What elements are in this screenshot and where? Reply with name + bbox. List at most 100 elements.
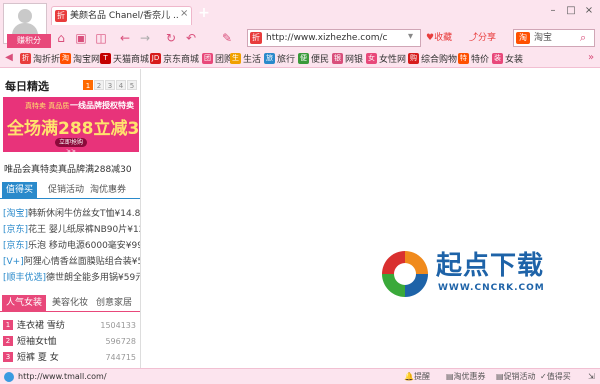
page-button[interactable]: 4 xyxy=(116,80,126,90)
banner-caption[interactable]: 唯品会真特卖真品牌满288减30 xyxy=(4,162,132,175)
tab-beauty[interactable]: 美容化妆 xyxy=(48,295,92,312)
bookmark-item[interactable]: 团团购 xyxy=(202,52,233,65)
forward-arrow-icon[interactable]: → xyxy=(137,30,153,46)
bookmark-item[interactable]: 折淘折折 xyxy=(20,52,60,65)
bookmarks-back-icon[interactable]: ◀ xyxy=(2,51,16,65)
address-bar[interactable]: 折 http://www.xizhezhe.com/c ▾ xyxy=(247,29,421,47)
page-button[interactable]: 1 xyxy=(83,80,93,90)
bookmark-item[interactable]: 生生活 xyxy=(230,52,261,65)
deal-item[interactable]: [京东]花王 婴儿纸尿裤NB90片¥122元 xyxy=(3,222,140,238)
home-icon[interactable]: ⌂ xyxy=(53,30,69,46)
favorite-button[interactable]: ♥收藏 xyxy=(426,30,452,46)
deal-source: [顺丰优选] xyxy=(3,273,47,283)
tab-coupons[interactable]: 淘优惠券 xyxy=(86,182,130,199)
maximize-button[interactable]: □ xyxy=(564,4,578,18)
bookmark-item[interactable]: T 天猫商城 xyxy=(100,52,149,65)
tab-close-icon[interactable]: × xyxy=(180,8,188,19)
address-url[interactable]: http://www.xizhezhe.com/c xyxy=(266,32,388,45)
tab-womens-wear[interactable]: 人气女装 xyxy=(2,295,47,312)
status-worth-buying-label: 值得买 xyxy=(546,372,571,381)
lock-icon[interactable]: ▣ xyxy=(73,30,89,46)
thumb-icon: ✓ xyxy=(540,372,547,381)
browser-chrome: 赚积分 折 美颜名品 Chanel/香奈儿 ... × + – □ × ⌂ ▣ … xyxy=(0,0,600,68)
status-coupons-label: 淘优惠券 xyxy=(453,372,486,381)
bookmark-label: 综合购物 xyxy=(421,55,458,65)
deal-item[interactable]: [V+]阿狸心情香丝面膜贴组合装¥59元 xyxy=(3,254,140,270)
bookmark-item[interactable]: 购综合购物 xyxy=(408,52,457,65)
bell-icon: 🔔 xyxy=(404,372,414,381)
rank-list: 1 连衣裙 雪纺 1504133 2 短袖女t恤 596728 3 短裤 夏 女 744715 xyxy=(3,318,138,366)
status-worth-buying[interactable]: ✓值得买 xyxy=(540,370,571,383)
status-reminder[interactable]: 🔔提醒 xyxy=(404,370,430,383)
back-arrow-icon[interactable]: ← xyxy=(117,30,133,46)
deal-text: 花王 婴儿纸尿裤NB90片¥122元 xyxy=(28,225,140,235)
share-button[interactable]: ⤴分享 xyxy=(469,30,496,46)
bookmark-icon: 女 xyxy=(366,53,377,64)
bookmark-item[interactable]: 淘淘宝网 xyxy=(60,52,100,65)
rank-number: 3 xyxy=(3,352,13,362)
tab-home-decor[interactable]: 创意家居 xyxy=(92,295,136,312)
pager: 12345 xyxy=(83,80,138,90)
deal-source: [V+] xyxy=(3,257,24,267)
tab-worth-buying[interactable]: 值得买 xyxy=(2,182,38,199)
search-icon[interactable]: ⌕ xyxy=(580,31,586,45)
bookmark-icon: 特 xyxy=(458,53,469,64)
deal-text: 阿狸心情香丝面膜贴组合装¥59元 xyxy=(23,257,140,267)
bookmarks-more-icon[interactable]: » xyxy=(584,51,598,65)
deal-text: 乐泡 移动电源6000毫安¥99元 xyxy=(28,241,140,251)
bookmark-item[interactable]: 银网银 xyxy=(332,52,363,65)
bookmark-item[interactable]: 装女装 xyxy=(492,52,523,65)
status-promotions[interactable]: ▤促销活动 xyxy=(496,370,536,383)
search-input[interactable]: 淘宝 xyxy=(534,32,552,45)
page-button[interactable]: 3 xyxy=(105,80,115,90)
deal-text: 韩新休闲牛仿丝女T恤¥14.8元 xyxy=(28,209,140,219)
undo-icon[interactable]: ↶ xyxy=(183,30,199,46)
banner-line3: 全场满288立减30 xyxy=(7,119,139,139)
minimize-button[interactable]: – xyxy=(546,4,560,18)
address-dropdown-icon[interactable]: ▾ xyxy=(408,31,413,42)
tab-promotions[interactable]: 促销活动 xyxy=(44,182,88,199)
share-icon: ⤴ xyxy=(469,33,479,43)
bookmark-label: 淘折折 xyxy=(33,55,61,65)
sidebar-title: 每日精选 xyxy=(5,80,49,93)
bookmark-item[interactable]: 旅旅行 xyxy=(264,52,295,65)
close-window-button[interactable]: × xyxy=(582,4,596,18)
watermark-title: 起点下载 xyxy=(436,251,545,281)
bookmark-icon: 购 xyxy=(408,53,419,64)
page-button[interactable]: 5 xyxy=(127,80,137,90)
status-expand-icon[interactable]: ⇲ xyxy=(588,370,595,383)
deal-source: [淘宝] xyxy=(3,209,29,219)
bookmark-item[interactable]: JD 京东商城 xyxy=(150,52,199,65)
deal-item[interactable]: [淘宝]韩新休闲牛仿丝女T恤¥14.8元 xyxy=(3,206,140,222)
bookmark-item[interactable]: 特特价 xyxy=(458,52,489,65)
earn-points-button[interactable]: 赚积分 xyxy=(7,34,51,48)
search-box[interactable]: 淘 淘宝 ⌕ xyxy=(513,29,595,47)
bag-icon[interactable]: ◫ xyxy=(93,30,109,46)
rank-count: 596728 xyxy=(105,337,136,346)
bookmark-icon: 团 xyxy=(202,53,213,64)
status-coupons[interactable]: ▤淘优惠券 xyxy=(446,370,486,383)
new-tab-button[interactable]: + xyxy=(197,6,211,20)
promo-banner[interactable]: 真特卖 真品质 一线品牌授权特卖 全场满288立减30 立即抢购 >> xyxy=(3,97,139,152)
banner-line2: 一线品牌授权特卖 xyxy=(70,101,134,110)
deal-item[interactable]: [顺丰优选]德世朗全能多用锅¥59元 xyxy=(3,270,140,286)
bookmark-item[interactable]: 女女性网 xyxy=(366,52,406,65)
clean-icon[interactable]: ✎ xyxy=(219,30,235,46)
bookmark-item[interactable]: 便便民 xyxy=(298,52,329,65)
user-avatar[interactable]: 赚积分 xyxy=(3,3,51,48)
banner-buy-button[interactable]: 立即抢购 >> xyxy=(55,138,87,152)
bookmark-icon: T xyxy=(100,53,111,64)
refresh-icon[interactable]: ↻ xyxy=(163,30,179,46)
rank-item[interactable]: 2 短袖女t恤 596728 xyxy=(3,334,138,350)
rank-item[interactable]: 3 短裤 夏 女 744715 xyxy=(3,350,138,366)
rank-name: 短裤 夏 女 xyxy=(17,353,59,363)
rank-item[interactable]: 1 连衣裙 雪纺 1504133 xyxy=(3,318,138,334)
page-button[interactable]: 2 xyxy=(94,80,104,90)
avatar-head xyxy=(18,9,32,23)
deal-tabs: 值得买 促销活动 淘优惠券 xyxy=(0,182,140,199)
bookmark-icon: 淘 xyxy=(60,53,71,64)
deal-item[interactable]: [京东]乐泡 移动电源6000毫安¥99元 xyxy=(3,238,140,254)
bookmark-icon: 折 xyxy=(20,53,31,64)
tab-active[interactable]: 折 美颜名品 Chanel/香奈儿 ... × xyxy=(51,6,192,25)
watermark-url: WWW.CNCRK.COM xyxy=(438,283,545,293)
